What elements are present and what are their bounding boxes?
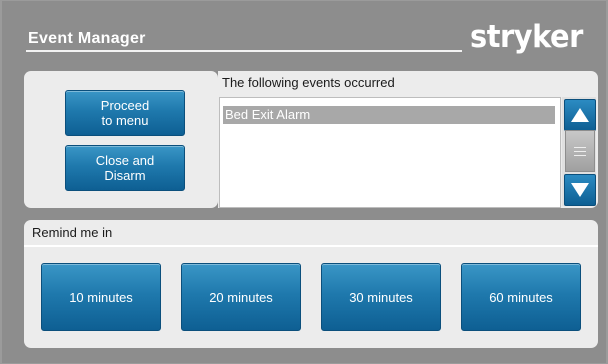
remind-option-label: 20 minutes xyxy=(209,289,273,305)
proceed-button-label: Proceed to menu xyxy=(100,98,150,128)
scroll-up-button[interactable] xyxy=(564,99,596,131)
arrow-up-icon xyxy=(571,108,589,122)
close-button-label: Close and Disarm xyxy=(95,153,155,183)
events-heading: The following events occurred xyxy=(222,75,395,90)
stryker-logo: stryker xyxy=(470,19,583,55)
close-and-disarm-button[interactable]: Close and Disarm xyxy=(65,145,185,191)
remind-divider xyxy=(24,245,598,247)
scroll-thumb[interactable] xyxy=(565,130,595,172)
grip-icon xyxy=(574,146,586,156)
scroll-down-button[interactable] xyxy=(564,174,596,206)
remind-option-label: 30 minutes xyxy=(349,289,413,305)
events-list[interactable]: Bed Exit Alarm xyxy=(219,97,561,208)
arrow-down-icon xyxy=(571,183,589,197)
page-title: Event Manager xyxy=(28,30,146,47)
remind-10-minutes-button[interactable]: 10 minutes xyxy=(41,263,161,331)
remind-heading: Remind me in xyxy=(32,225,113,240)
list-item[interactable]: Bed Exit Alarm xyxy=(223,106,555,124)
proceed-to-menu-button[interactable]: Proceed to menu xyxy=(65,90,185,136)
remind-20-minutes-button[interactable]: 20 minutes xyxy=(181,263,301,331)
remind-60-minutes-button[interactable]: 60 minutes xyxy=(461,263,581,331)
remind-option-label: 60 minutes xyxy=(489,289,553,305)
remind-30-minutes-button[interactable]: 30 minutes xyxy=(321,263,441,331)
remind-option-label: 10 minutes xyxy=(69,289,133,305)
header-divider xyxy=(26,50,462,52)
